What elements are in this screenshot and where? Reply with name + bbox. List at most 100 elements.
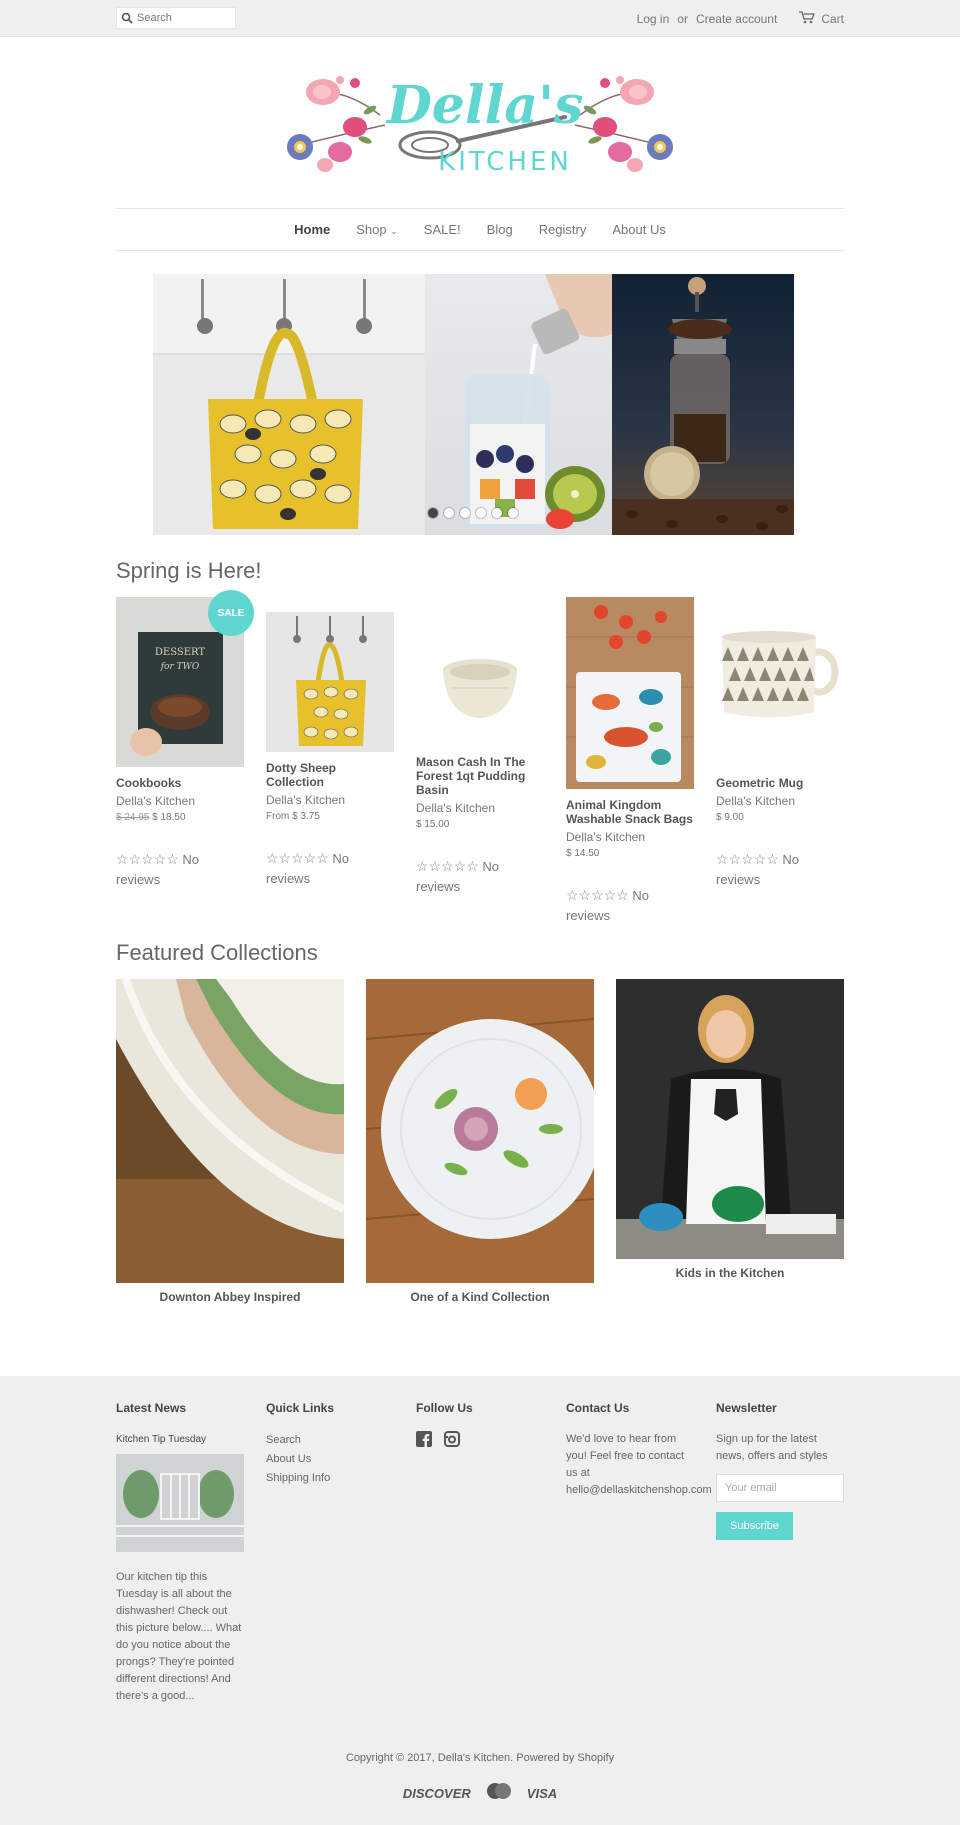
featured-section-title: Featured Collections — [116, 940, 318, 965]
footer-follow-us: Follow Us — [416, 1400, 544, 1705]
sale-price: $ 18.50 — [152, 812, 186, 823]
slide-dot-6[interactable] — [508, 508, 518, 518]
create-account-link[interactable]: Create account — [696, 12, 777, 26]
hero-slideshow[interactable] — [153, 274, 794, 535]
logo-subtitle: KITCHEN — [438, 147, 572, 177]
facebook-icon[interactable] — [416, 1431, 432, 1453]
news-post-image[interactable] — [116, 1454, 244, 1552]
product-vendor: Della's Kitchen — [266, 793, 345, 807]
product-image-pudding-basin[interactable] — [416, 618, 544, 746]
search-input[interactable] — [137, 12, 227, 24]
star-rating-icon: ☆☆☆☆☆ — [116, 851, 179, 867]
slide-dot-4[interactable] — [476, 508, 486, 518]
footer-link-about[interactable]: About Us — [266, 1450, 394, 1469]
collection-image-kids[interactable] — [616, 979, 844, 1259]
collection-card-downton[interactable]: Downton Abbey Inspired — [116, 979, 344, 1304]
svg-text:for TWO: for TWO — [160, 662, 200, 672]
nav-about[interactable]: About Us — [612, 222, 665, 237]
collection-title[interactable]: Kids in the Kitchen — [616, 1266, 844, 1280]
star-rating-icon: ☆☆☆☆☆ — [416, 858, 479, 874]
footer-latest-news: Latest News Kitchen Tip Tuesday Our kitc… — [116, 1400, 244, 1705]
collection-grid: Downton Abbey Inspired One of a Kind Col… — [116, 979, 844, 1304]
product-price: $ 15.00 — [416, 819, 450, 830]
footer-contact-us: Contact Us We'd love to hear from you! F… — [566, 1400, 712, 1705]
product-image-geometric-mug[interactable] — [716, 597, 844, 767]
nav-registry[interactable]: Registry — [539, 222, 587, 237]
nav-blog[interactable]: Blog — [487, 222, 513, 237]
store-logo[interactable]: Della's KITCHEN — [0, 55, 960, 195]
nav-home[interactable]: Home — [294, 222, 330, 237]
product-image-dotty-sheep[interactable] — [266, 612, 394, 752]
social-links — [416, 1431, 544, 1453]
footer-heading-contact: Contact Us — [566, 1401, 630, 1415]
cart-link[interactable]: Cart — [799, 11, 844, 27]
logo-wordmark: Della's — [385, 75, 584, 136]
collection-image-downton[interactable] — [116, 979, 344, 1283]
product-card-cookbooks[interactable]: SALE DESSERT for TWO Cookbooks Della's K… — [116, 590, 254, 926]
search-box[interactable] — [116, 7, 236, 29]
product-title[interactable]: Geometric Mug — [716, 776, 844, 790]
product-reviews: ☆☆☆☆☆ No reviews — [266, 848, 394, 889]
cart-icon — [799, 11, 816, 27]
footer-heading-quick-links: Quick Links — [266, 1401, 335, 1415]
newsletter-text: Sign up for the latest news, offers and … — [716, 1433, 828, 1462]
product-card-pudding-basin[interactable]: Mason Cash In The Forest 1qt Pudding Bas… — [416, 597, 544, 926]
spring-section-title: Spring is Here! — [116, 558, 262, 583]
product-vendor: Della's Kitchen — [566, 830, 645, 844]
product-image-snack-bags[interactable] — [566, 597, 694, 789]
product-title[interactable]: Cookbooks — [116, 776, 244, 790]
product-card-snack-bags[interactable]: Animal Kingdom Washable Snack Bags Della… — [566, 597, 694, 926]
collection-title[interactable]: One of a Kind Collection — [366, 1290, 594, 1304]
cart-label: Cart — [821, 12, 844, 26]
slide-mason-jar-image — [425, 274, 612, 535]
product-title[interactable]: Dotty Sheep Collection — [266, 761, 394, 789]
collection-title[interactable]: Downton Abbey Inspired — [116, 1290, 344, 1304]
mastercard-icon — [485, 1782, 513, 1805]
footer-link-search[interactable]: Search — [266, 1431, 394, 1450]
slide-dot-5[interactable] — [492, 508, 502, 518]
product-card-dotty-sheep[interactable]: Dotty Sheep Collection Della's Kitchen F… — [266, 597, 394, 926]
copyright-text: Copyright © 2017, Della's Kitchen. Power… — [345, 1752, 615, 1764]
product-vendor: Della's Kitchen — [716, 794, 795, 808]
slide-dot-1[interactable] — [428, 508, 438, 518]
slideshow-pagination — [428, 508, 518, 518]
collection-card-one-of-a-kind[interactable]: One of a Kind Collection — [366, 979, 594, 1304]
footer-heading-follow: Follow Us — [416, 1401, 473, 1415]
product-price: $ 14.50 — [566, 848, 600, 859]
news-post-title[interactable]: Kitchen Tip Tuesday — [116, 1431, 244, 1448]
collection-card-kids[interactable]: Kids in the Kitchen — [616, 979, 844, 1304]
slide-dot-2[interactable] — [444, 508, 454, 518]
footer-link-shipping[interactable]: Shipping Info — [266, 1469, 394, 1488]
chevron-down-icon: ⌄ — [390, 225, 398, 236]
product-price: $ 24.95 $ 18.50 — [116, 812, 244, 823]
product-reviews: ☆☆☆☆☆ No reviews — [716, 849, 844, 890]
logo-graphic: Della's KITCHEN — [287, 75, 673, 177]
search-icon[interactable] — [117, 12, 137, 24]
nav-shop-label: Shop — [356, 221, 387, 237]
footer-quick-links: Quick Links Search About Us Shipping Inf… — [266, 1400, 394, 1705]
svg-text:DESSERT: DESSERT — [155, 647, 205, 658]
star-rating-icon: ☆☆☆☆☆ — [566, 887, 629, 903]
product-grid: SALE DESSERT for TWO Cookbooks Della's K… — [116, 590, 844, 926]
star-rating-icon: ☆☆☆☆☆ — [266, 850, 329, 866]
product-price: From $ 3.75 — [266, 811, 320, 822]
product-title[interactable]: Animal Kingdom Washable Snack Bags — [566, 798, 694, 826]
or-text: or — [677, 12, 688, 26]
collection-image-one-of-a-kind[interactable] — [366, 979, 594, 1283]
slide-dot-3[interactable] — [460, 508, 470, 518]
subscribe-button[interactable]: Subscribe — [716, 1512, 793, 1540]
left-floral-icon — [287, 76, 386, 172]
nav-shop[interactable]: Shop ⌄ — [356, 222, 398, 237]
nav-sale[interactable]: SALE! — [424, 222, 461, 237]
slide-coffee-grinder-image — [612, 274, 794, 535]
product-title[interactable]: Mason Cash In The Forest 1qt Pudding Bas… — [416, 755, 544, 797]
footer-newsletter: Newsletter Sign up for the latest news, … — [716, 1400, 844, 1705]
footer-heading-news: Latest News — [116, 1401, 187, 1415]
product-reviews: ☆☆☆☆☆ No reviews — [116, 849, 244, 890]
product-card-geometric-mug[interactable]: Geometric Mug Della's Kitchen $ 9.00 ☆☆☆… — [716, 597, 844, 926]
login-link[interactable]: Log in — [637, 12, 670, 26]
top-bar: Log in or Create account Cart — [0, 0, 960, 37]
instagram-icon[interactable] — [444, 1431, 460, 1453]
newsletter-email-input[interactable]: Your email — [716, 1474, 844, 1502]
visa-icon: VISA — [526, 1786, 558, 1801]
